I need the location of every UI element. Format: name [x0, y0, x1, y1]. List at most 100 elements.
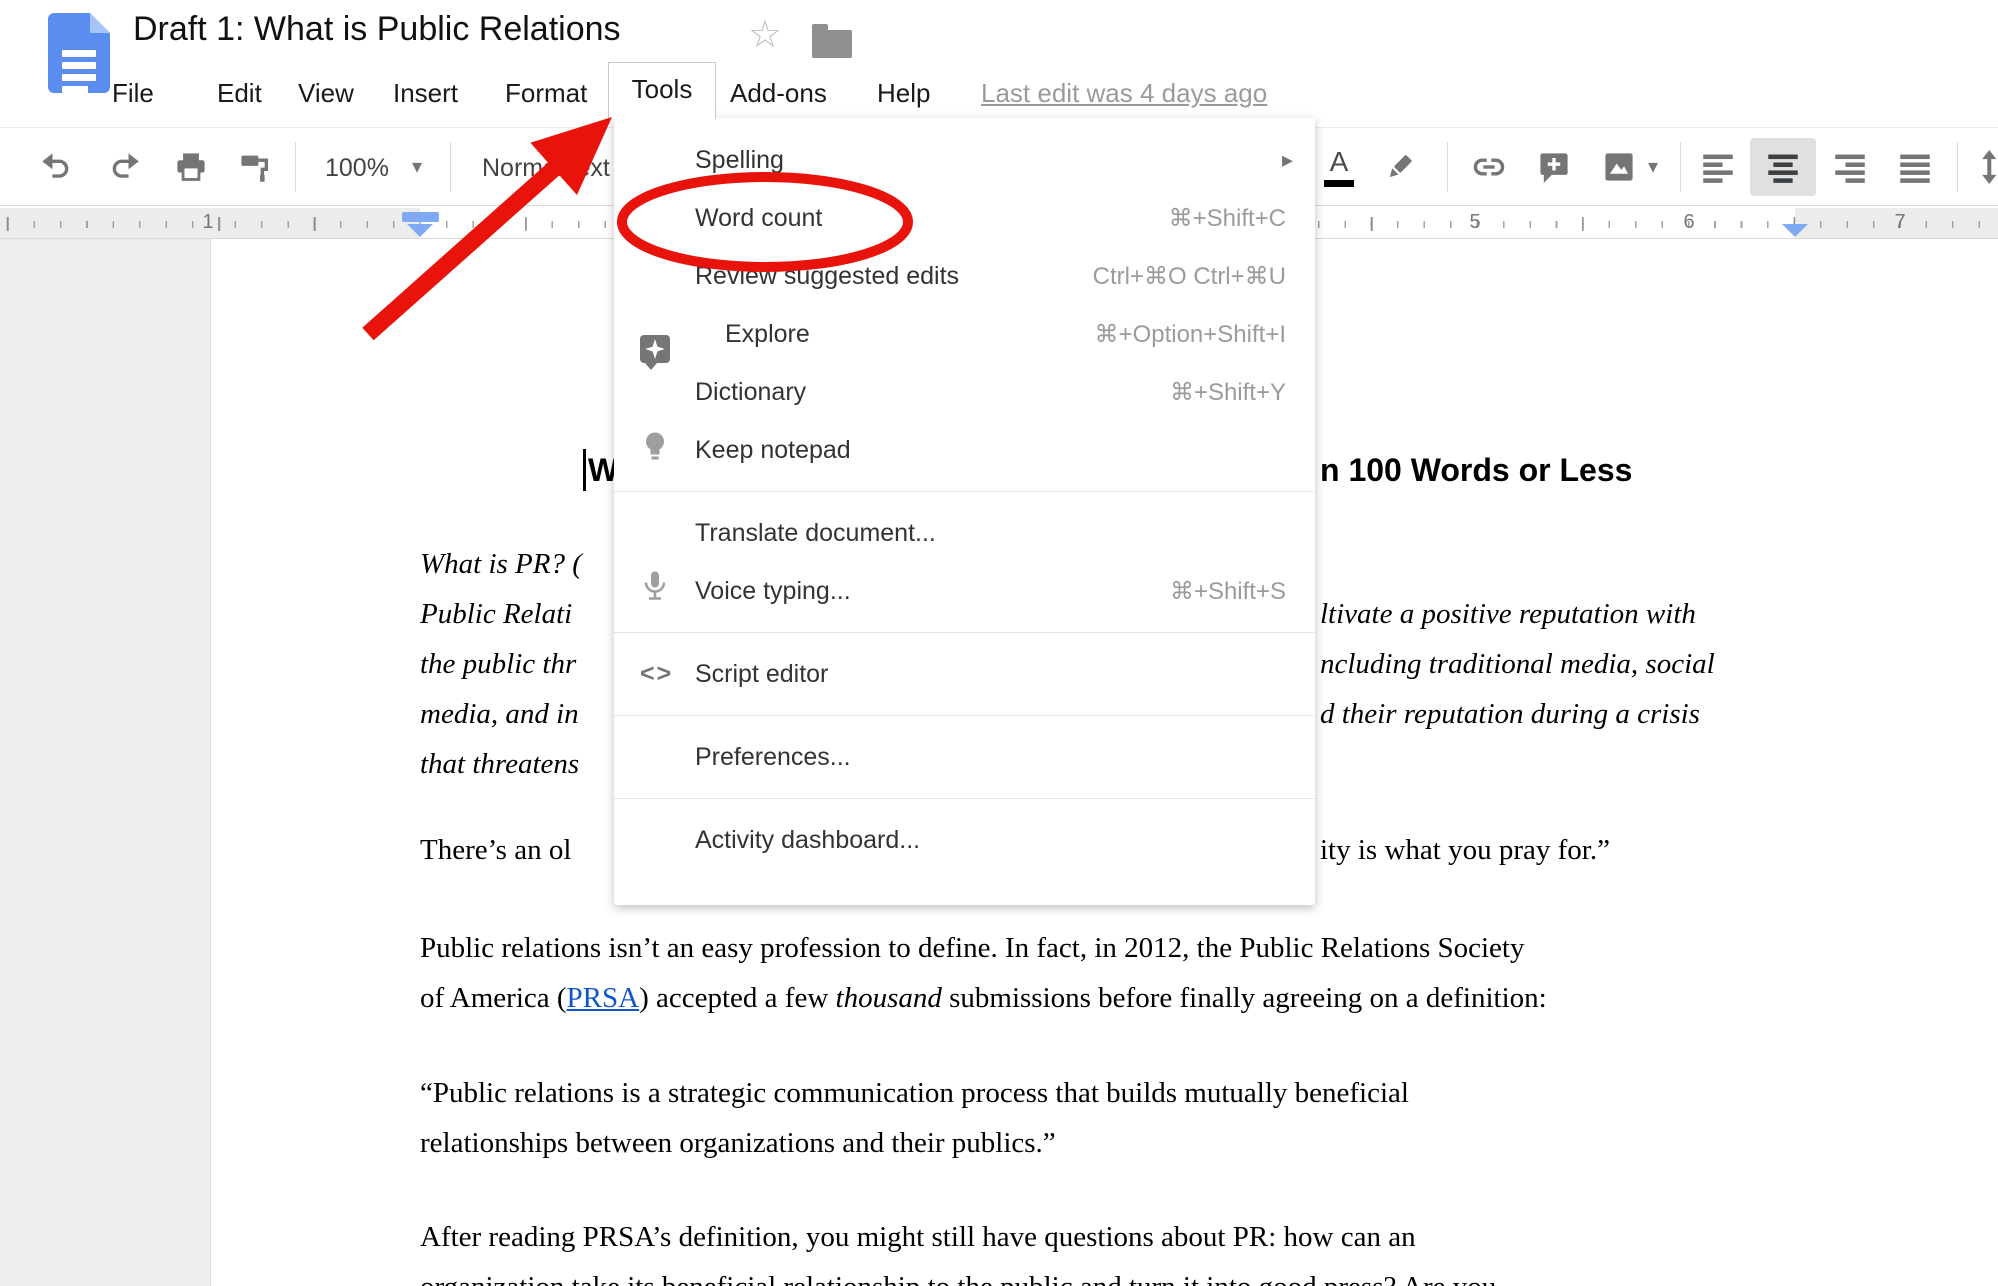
menu-item-activity-dashboard[interactable]: Activity dashboard...	[614, 811, 1315, 869]
align-justify-icon[interactable]	[1898, 150, 1932, 184]
insert-image-icon[interactable]	[1602, 150, 1636, 184]
line-italic-word: thousand	[835, 982, 942, 1014]
code-icon: <>	[640, 659, 674, 688]
zoom-select[interactable]: 100%	[325, 154, 389, 183]
menu-tools-active[interactable]: Tools	[608, 62, 716, 119]
doc-line: Public relations isn’t an easy professio…	[420, 932, 1525, 964]
logo-line	[62, 50, 96, 57]
prsa-link[interactable]: PRSA	[567, 982, 640, 1014]
paint-format-icon[interactable]	[238, 150, 272, 184]
line-right-fragment: ncluding traditional media, social	[1320, 648, 1715, 680]
heading-right-fragment: n 100 Words or Less	[1320, 452, 1633, 488]
menu-item-shortcut: ⌘+Shift+Y	[1169, 378, 1286, 406]
first-line-indent-marker[interactable]	[402, 212, 439, 222]
doc-line: There’s an ol ity is what you pray for.”	[420, 834, 1610, 867]
menu-item-preferences[interactable]: Preferences...	[614, 728, 1315, 786]
styles-select[interactable]: Normal text	[482, 154, 610, 183]
line-right-fragment: d their reputation during a crisis	[1320, 698, 1700, 730]
doc-line: What is PR? (	[420, 548, 582, 581]
zoom-caret-icon[interactable]: ▾	[412, 154, 422, 179]
logo-line	[62, 62, 96, 69]
menu-divider	[614, 632, 1315, 633]
doc-line: organization take its beneficial relatio…	[420, 1271, 1496, 1286]
line-left-fragment: What is PR? (	[420, 548, 582, 580]
menu-divider	[614, 491, 1315, 492]
menu-item-label: Review suggested edits	[695, 261, 960, 290]
menu-insert[interactable]: Insert	[393, 78, 458, 109]
toolbar-separator	[1957, 142, 1958, 192]
menu-format[interactable]: Format	[505, 78, 587, 109]
align-center-icon[interactable]	[1766, 150, 1800, 184]
ruler-label: 1	[202, 211, 214, 233]
menu-item-label: Script editor	[695, 659, 829, 688]
menu-item-label: Activity dashboard...	[695, 825, 921, 854]
menu-item-dictionary[interactable]: Dictionary ⌘+Shift+Y	[614, 363, 1315, 421]
menu-item-label: Preferences...	[695, 742, 851, 771]
line-left-fragment: that threatens	[420, 748, 580, 780]
line-spacing-icon[interactable]	[1972, 150, 1998, 184]
menu-item-translate-document[interactable]: Translate document...	[614, 504, 1315, 562]
doc-line: media, and in d their reputation during …	[420, 698, 1700, 731]
line-right-fragment: ltivate a positive reputation with	[1320, 598, 1696, 630]
text-color-button[interactable]: A	[1322, 146, 1356, 187]
tools-dropdown-menu: Spelling ▸ Word count ⌘+Shift+C Review s…	[614, 118, 1315, 905]
menu-item-shortcut: ⌘+Shift+C	[1168, 204, 1286, 232]
menu-item-spelling[interactable]: Spelling ▸	[614, 131, 1315, 189]
menu-item-label: Keep notepad	[695, 435, 851, 464]
menu-file[interactable]: File	[112, 78, 154, 109]
ruler-label: 6	[1683, 211, 1695, 233]
menu-item-shortcut: ⌘+Shift+S	[1169, 577, 1286, 605]
undo-icon[interactable]	[40, 150, 74, 184]
menu-item-label: Dictionary	[695, 377, 807, 406]
line-text: ) accepted a few	[639, 982, 836, 1014]
align-right-icon[interactable]	[1833, 150, 1867, 184]
doc-line: the public thr ncluding traditional medi…	[420, 648, 1715, 681]
menu-item-label: Word count	[695, 203, 823, 232]
highlight-icon[interactable]	[1382, 150, 1416, 184]
google-docs-window: Draft 1: What is Public Relations ☆ File…	[0, 0, 1998, 1286]
menu-item-voice-typing[interactable]: Voice typing... ⌘+Shift+S	[614, 562, 1315, 620]
insert-link-icon[interactable]	[1472, 150, 1506, 184]
text-cursor	[583, 449, 586, 491]
menu-item-word-count[interactable]: Word count ⌘+Shift+C	[614, 189, 1315, 247]
menu-add-ons[interactable]: Add-ons	[730, 78, 827, 109]
star-icon[interactable]: ☆	[748, 12, 782, 57]
menu-item-script-editor[interactable]: <> Script editor	[614, 645, 1315, 703]
menu-item-label: Explore	[725, 319, 810, 348]
menu-divider	[614, 798, 1315, 799]
menu-item-label: Translate document...	[695, 518, 936, 547]
menu-item-keep-notepad[interactable]: Keep notepad	[614, 421, 1315, 479]
doc-line: relationships between organizations and …	[420, 1127, 1056, 1159]
redo-icon[interactable]	[107, 150, 141, 184]
text-color-label: A	[1329, 146, 1349, 177]
folder-icon[interactable]	[812, 24, 852, 58]
align-left-icon[interactable]	[1701, 150, 1735, 184]
doc-line: Public Relati ltivate a positive reputat…	[420, 598, 1696, 631]
doc-line: After reading PRSA’s definition, you mig…	[420, 1221, 1416, 1253]
menu-edit[interactable]: Edit	[217, 78, 262, 109]
menu-divider	[614, 715, 1315, 716]
doc-line: that threatens	[420, 748, 579, 781]
toolbar-separator	[295, 142, 296, 192]
lightbulb-icon	[640, 430, 670, 471]
menu-item-shortcut: Ctrl+⌘O Ctrl+⌘U	[1092, 262, 1286, 290]
add-comment-icon[interactable]	[1537, 150, 1571, 184]
submenu-arrow-icon: ▸	[1281, 147, 1293, 172]
right-indent-marker[interactable]	[1782, 224, 1808, 237]
left-indent-marker[interactable]	[407, 224, 433, 237]
menu-view[interactable]: View	[298, 78, 354, 109]
document-title[interactable]: Draft 1: What is Public Relations	[133, 10, 621, 49]
menu-item-review-suggested-edits[interactable]: Review suggested edits Ctrl+⌘O Ctrl+⌘U	[614, 247, 1315, 305]
explore-icon	[640, 335, 670, 370]
line-text: submissions before finally agreeing on a…	[941, 982, 1547, 1014]
image-caret-icon[interactable]: ▾	[1648, 154, 1658, 179]
last-edit-link[interactable]: Last edit was 4 days ago	[981, 78, 1267, 109]
line-left-fragment: the public thr	[420, 648, 577, 680]
print-icon[interactable]	[174, 150, 208, 184]
menu-help[interactable]: Help	[877, 78, 930, 109]
line-left-fragment: There’s an ol	[420, 834, 572, 866]
menu-item-explore[interactable]: Explore ⌘+Option+Shift+I	[614, 305, 1315, 370]
line-text: of America (	[420, 982, 567, 1014]
line-right-fragment: ity is what you pray for.”	[1320, 834, 1610, 866]
text-color-swatch	[1324, 180, 1354, 187]
